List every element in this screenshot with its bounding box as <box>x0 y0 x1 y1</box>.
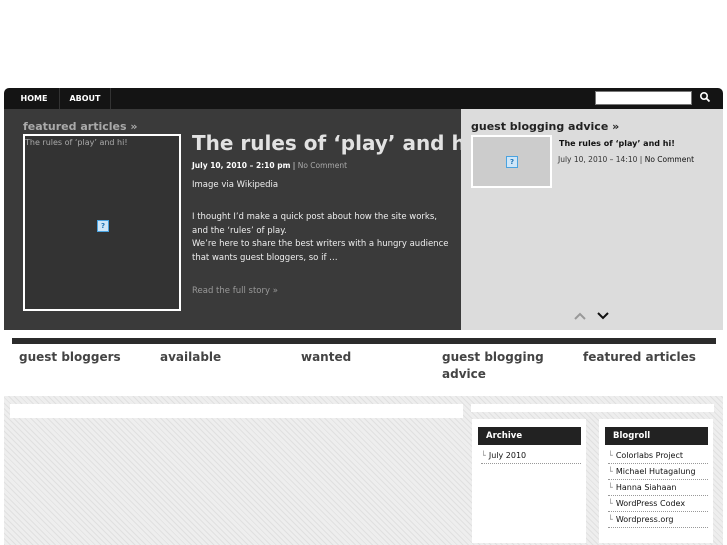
list-elbow-icon: └ <box>608 451 613 460</box>
advice-post-meta: July 10, 2010 – 14:10 | No Comment <box>558 155 694 164</box>
blogroll-link-label: Colorlabs Project <box>615 451 683 460</box>
archive-widget: Archive └ July 2010 <box>472 419 586 543</box>
list-elbow-icon: └ <box>608 483 613 492</box>
blogroll-link-label: WordPress Codex <box>615 499 686 508</box>
search-icon[interactable] <box>698 90 712 104</box>
category-wanted[interactable]: wanted <box>301 349 351 366</box>
top-nav-bar: HOME ABOUT <box>4 88 723 109</box>
advice-post-date: July 10, 2010 – 14:10 <box>558 155 638 164</box>
featured-article-meta: July 10, 2010 – 2:10 pm | No Comment <box>192 161 347 170</box>
guest-blogging-advice-heading[interactable]: guest blogging advice » <box>471 120 619 133</box>
featured-article-title[interactable]: The rules of ‘play’ and hi! <box>192 131 482 155</box>
featured-article-caption: Image via Wikipedia <box>192 180 279 190</box>
archive-link[interactable]: └ July 2010 <box>481 448 581 464</box>
blogroll-link[interactable]: └ Colorlabs Project <box>608 448 708 464</box>
blogroll-link-label: Michael Hutagalung <box>615 467 696 476</box>
nav-about[interactable]: ABOUT <box>60 88 111 109</box>
blogroll-link-label: Hanna Siahaan <box>615 483 677 492</box>
list-elbow-icon: └ <box>481 451 486 460</box>
category-guest-blogging-advice[interactable]: guest blogging advice <box>442 349 552 383</box>
archive-widget-title: Archive <box>478 427 581 445</box>
featured-article-excerpt-2: We’re here to share the best writers wit… <box>192 239 449 263</box>
category-guest-bloggers[interactable]: guest bloggers <box>19 349 121 366</box>
advice-comments-link[interactable]: No Comment <box>645 155 694 164</box>
search-input[interactable] <box>595 91 692 105</box>
meta-separator: | <box>637 155 645 164</box>
main-content-box <box>10 404 463 418</box>
arrow-up-icon[interactable] <box>574 312 586 320</box>
sidebar-top-strip <box>471 404 714 412</box>
advice-post-thumbnail[interactable]: ? <box>471 135 552 188</box>
list-elbow-icon: └ <box>608 515 613 524</box>
category-bar-divider <box>12 338 716 344</box>
arrow-down-icon[interactable] <box>597 312 609 320</box>
blogroll-link-label: Wordpress.org <box>615 515 674 524</box>
nav-home[interactable]: HOME <box>9 88 60 109</box>
featured-comments-link[interactable]: No Comment <box>298 161 347 170</box>
guest-blogging-advice-panel: guest blogging advice » ? The rules of ‘… <box>461 109 723 330</box>
category-featured-articles[interactable]: featured articles <box>583 349 696 366</box>
blogroll-link[interactable]: └ Hanna Siahaan <box>608 480 708 496</box>
blogroll-link[interactable]: └ Wordpress.org <box>608 512 708 528</box>
list-elbow-icon: └ <box>608 499 613 508</box>
archive-link-label: July 2010 <box>488 451 527 460</box>
featured-article-date: July 10, 2010 – 2:10 pm <box>192 161 291 170</box>
blogroll-widget-title: Blogroll <box>605 427 708 445</box>
list-elbow-icon: └ <box>608 467 613 476</box>
meta-separator: | <box>290 161 298 170</box>
featured-article-excerpt: I thought I’d make a quick post about ho… <box>192 212 437 236</box>
featured-articles-heading[interactable]: featured articles » <box>23 120 137 133</box>
category-available[interactable]: available <box>160 349 221 366</box>
blogroll-widget: Blogroll └ Colorlabs Project └ Michael Hut… <box>599 419 713 543</box>
advice-post-title[interactable]: The rules of ‘play’ and hi! <box>559 139 675 148</box>
featured-image-alt-text: The rules of ‘play’ and hi! <box>25 138 128 147</box>
broken-image-icon: ? <box>506 156 518 168</box>
featured-article-image[interactable]: The rules of ‘play’ and hi! ? <box>23 134 181 311</box>
broken-image-icon: ? <box>97 220 109 232</box>
read-full-story-link[interactable]: Read the full story » <box>192 286 278 296</box>
blogroll-link[interactable]: └ WordPress Codex <box>608 496 708 512</box>
featured-articles-panel: featured articles » The rules of ‘play’ … <box>4 109 482 330</box>
blogroll-link[interactable]: └ Michael Hutagalung <box>608 464 708 480</box>
